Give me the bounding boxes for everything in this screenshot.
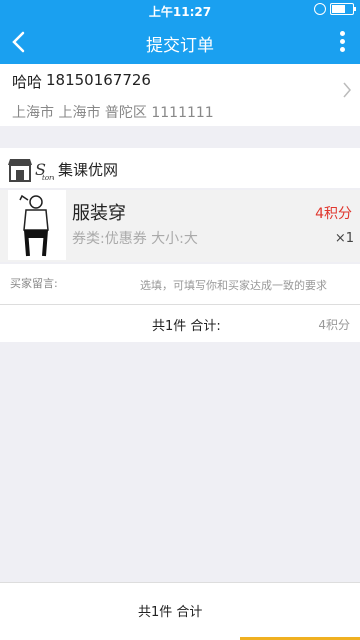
nav-bar: 提交订单	[0, 20, 360, 64]
product-item[interactable]: 服装穿 券类:优惠券 大小:大 4积分 ×1	[0, 190, 360, 262]
status-bar: 上午11:27	[0, 0, 360, 20]
summary-text: 共1件 合计:	[152, 319, 221, 334]
product-quantity: ×1	[334, 231, 354, 246]
submit-area[interactable]	[200, 583, 360, 640]
recipient-address: 上海市 上海市 普陀区 1111111	[12, 105, 214, 121]
chevron-right-icon	[343, 82, 351, 98]
buyer-message-label: 买家留言:	[10, 277, 58, 290]
product-spec: 券类:优惠券 大小:大	[72, 231, 198, 247]
buyer-message-row[interactable]: 买家留言: 选填，可填写你和买家达成一致的要求	[0, 264, 360, 305]
summary-value: 4积分	[318, 318, 350, 332]
store-header: S tore 集课优网	[0, 148, 360, 188]
status-icons	[314, 3, 356, 15]
recipient-phone: 18150167726	[46, 71, 151, 89]
order-summary: 共1件 合计: 4积分	[0, 305, 360, 342]
footer-total-text: 共1件 合计	[138, 605, 203, 620]
product-image	[8, 190, 66, 260]
footer-bar: 共1件 合计	[0, 582, 360, 640]
store-name: 集课优网	[58, 161, 119, 179]
store-logo-icon: S tore	[8, 159, 54, 182]
product-name: 服装穿	[72, 203, 126, 224]
rotation-lock-icon	[314, 3, 326, 15]
svg-text:tore: tore	[42, 174, 54, 182]
battery-icon	[330, 3, 356, 15]
page-title: 提交订单	[146, 36, 214, 56]
status-time: 上午11:27	[148, 5, 212, 19]
more-icon[interactable]	[340, 31, 346, 53]
buyer-message-input[interactable]: 选填，可填写你和买家达成一致的要求	[140, 277, 327, 293]
recipient-name: 哈哈	[12, 73, 43, 91]
address-section[interactable]: 哈哈 18150167726 上海市 上海市 普陀区 1111111	[0, 64, 360, 126]
product-points: 4积分	[315, 206, 352, 222]
